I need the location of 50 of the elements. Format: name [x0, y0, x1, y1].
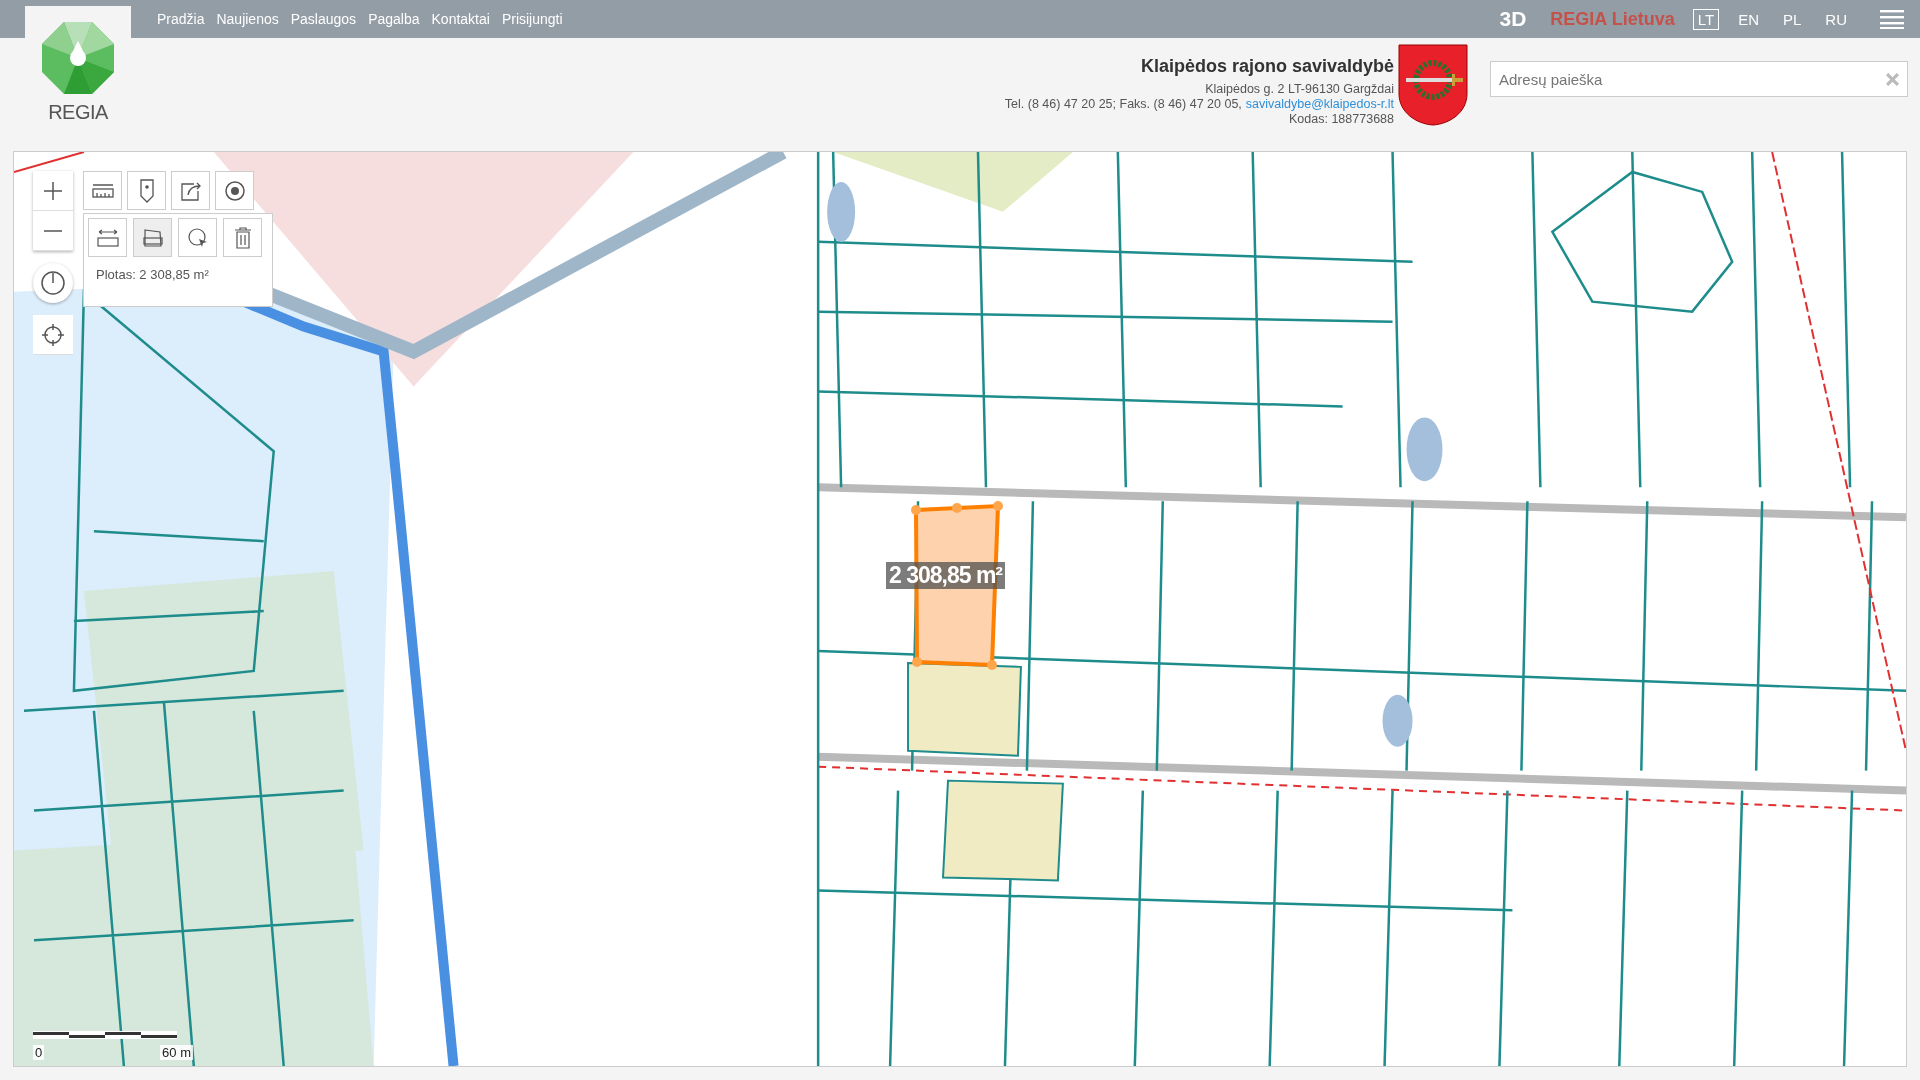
share-tool-button[interactable]: [171, 171, 210, 210]
municipality-address: Klaipėdos g. 2 LT-96130 Gargždai: [1205, 82, 1394, 97]
language-link[interactable]: RU: [1820, 8, 1852, 30]
area-measurement-label: 2 308,85 m²: [886, 562, 1006, 589]
pin-icon: [139, 178, 154, 203]
scale-end-label: 60 m: [160, 1045, 193, 1060]
municipality-phone: Tel. (8 46) 47 20 25; Faks. (8 46) 47 20 05,: [1004, 97, 1242, 112]
nav-link[interactable]: Pradžia: [157, 11, 205, 27]
target-icon: [223, 179, 246, 202]
marker-tool-button[interactable]: [127, 171, 166, 210]
municipality-code: Kodas: 188773688: [1289, 112, 1394, 127]
locate-button[interactable]: [33, 315, 73, 355]
scale-start-label: 0: [33, 1045, 45, 1060]
address-search-field[interactable]: Adresų paieška: [1490, 61, 1908, 97]
zoom-in-button[interactable]: [33, 171, 73, 211]
map-view[interactable]: 2 308,85 m² Plotas: 2 308,85 m² 0 60 m: [13, 151, 1907, 1067]
area-result-text: Plotas: 2 308,85 m²: [95, 267, 210, 282]
nav-link[interactable]: Paslaugos: [290, 11, 357, 27]
crosshair-icon: [42, 323, 64, 346]
delete-measure-button[interactable]: [223, 218, 262, 257]
language-link[interactable]: EN: [1733, 8, 1764, 30]
3d-link[interactable]: 3D: [1499, 7, 1527, 31]
logo-text: REGIA: [48, 101, 108, 124]
language-link[interactable]: PL: [1777, 8, 1807, 30]
octagon-logo-icon: [41, 21, 115, 95]
area-measure-button[interactable]: [133, 218, 172, 257]
history-button[interactable]: [33, 263, 73, 303]
menu-icon[interactable]: [1880, 9, 1904, 29]
nav-link[interactable]: Prisijungti: [501, 11, 563, 27]
nav-link[interactable]: Naujienos: [216, 11, 279, 27]
nav-link[interactable]: Kontaktai: [431, 11, 490, 27]
point-tool-button[interactable]: [215, 171, 254, 210]
ruler-icon: [91, 182, 114, 199]
clock-icon: [40, 270, 66, 296]
language-link[interactable]: LT: [1692, 8, 1720, 30]
distance-measure-button[interactable]: [88, 218, 127, 257]
brand-link[interactable]: REGIA Lietuva: [1550, 8, 1675, 30]
pick-measure-button[interactable]: [178, 218, 217, 257]
plus-icon: [43, 180, 63, 201]
trash-icon: [233, 226, 252, 249]
globe-cursor-icon: [186, 226, 209, 249]
ruler-arrows-icon: [96, 228, 119, 247]
email-link[interactable]: savivaldybe@klaipedos-r.lt: [1245, 97, 1394, 112]
area-ruler-icon: [141, 226, 164, 249]
measure-tool-button[interactable]: [83, 171, 122, 210]
coat-of-arms-icon: [1398, 44, 1468, 126]
minus-icon: [43, 228, 63, 233]
nav-link[interactable]: Pagalba: [368, 11, 420, 27]
zoom-out-button[interactable]: [33, 211, 73, 251]
municipality-name: Klaipėdos rajono savivaldybė: [1140, 56, 1394, 77]
